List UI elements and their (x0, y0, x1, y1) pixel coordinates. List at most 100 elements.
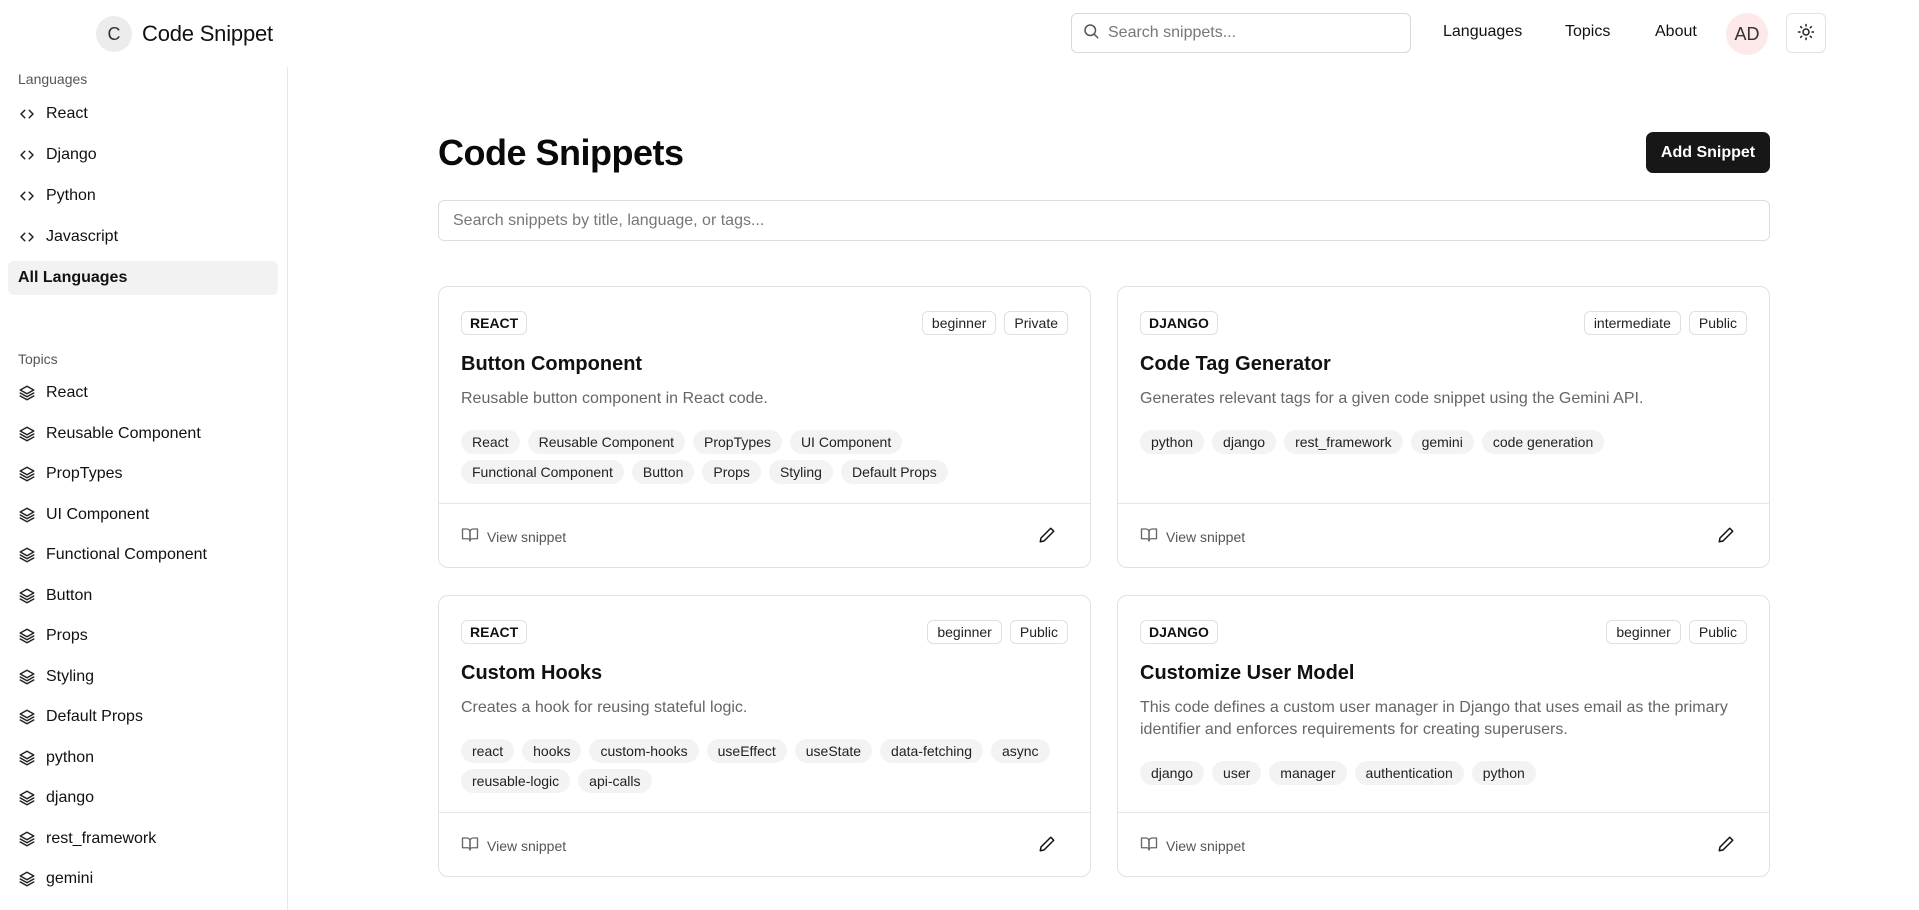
language-badge: DJANGO (1140, 311, 1218, 335)
layers-icon (18, 425, 36, 443)
nav-languages[interactable]: Languages (1443, 23, 1522, 41)
view-snippet-link[interactable]: View snippet (1140, 526, 1245, 547)
sidebar-language-python[interactable]: Python (8, 179, 278, 213)
layers-icon (18, 465, 36, 483)
tag-chip[interactable]: gemini (1410, 430, 1474, 454)
tag-chip[interactable]: api-calls (578, 769, 652, 793)
snippet-card[interactable]: REACT beginner Public Custom Hooks Creates a… (438, 595, 1091, 877)
tag-chip[interactable]: python (1471, 761, 1536, 785)
sidebar-topic-item[interactable]: PropTypes (8, 457, 278, 491)
edit-snippet-button[interactable] (1715, 835, 1737, 857)
card-title[interactable]: Custom Hooks (461, 662, 602, 685)
pencil-icon (1717, 835, 1735, 858)
sidebar-topic-item[interactable]: rest_framework (8, 822, 278, 856)
code-icon (18, 228, 36, 246)
visibility-badge: Public (1688, 311, 1747, 335)
tag-chip[interactable]: python (1140, 430, 1205, 454)
layers-icon (18, 749, 36, 767)
view-snippet-label: View snippet (1166, 837, 1246, 854)
sidebar-topic-item[interactable]: django (8, 781, 278, 815)
view-snippet-link[interactable]: View snippet (461, 526, 566, 547)
tag-chip[interactable]: UI Component (789, 430, 903, 454)
nav-topics[interactable]: Topics (1565, 23, 1610, 41)
tag-chip[interactable]: async (990, 739, 1050, 763)
tag-chip[interactable]: Props (702, 460, 761, 484)
user-avatar[interactable]: AD (1726, 13, 1768, 55)
sidebar-topic-item[interactable]: gemini (8, 862, 278, 896)
edit-snippet-button[interactable] (1715, 526, 1737, 548)
sidebar-topic-item[interactable]: Default Props (8, 700, 278, 734)
tag-chip[interactable]: Functional Component (461, 460, 624, 484)
sidebar-item-label: Javascript (46, 228, 119, 245)
level-badge: beginner (921, 311, 997, 335)
sidebar-item-label: Python (46, 187, 96, 204)
sidebar-all-languages[interactable]: All Languages (8, 261, 278, 295)
sidebar-topic-item[interactable]: Reusable Component (8, 417, 278, 451)
tag-chip[interactable]: useEffect (706, 739, 787, 763)
tag-chip[interactable]: custom-hooks (589, 739, 699, 763)
snippet-search-input[interactable] (438, 200, 1770, 241)
sidebar-topic-item[interactable]: python (8, 741, 278, 775)
tag-chip[interactable]: authentication (1354, 761, 1464, 785)
view-snippet-link[interactable]: View snippet (461, 835, 566, 856)
tag-chip[interactable]: data-fetching (880, 739, 983, 763)
layers-icon (18, 789, 36, 807)
sidebar-item-label: React (46, 384, 88, 401)
tag-chip[interactable]: user (1212, 761, 1262, 785)
sidebar-language-django[interactable]: Django (8, 138, 278, 172)
tag-list: python django rest_framework gemini code gen… (1140, 430, 1750, 454)
add-snippet-button[interactable]: Add Snippet (1646, 132, 1770, 173)
level-badge: beginner (927, 620, 1002, 644)
header-search[interactable] (1071, 13, 1411, 53)
tag-chip[interactable]: Default Props (840, 460, 948, 484)
layers-icon (18, 708, 36, 726)
card-title[interactable]: Button Component (461, 353, 642, 376)
sidebar-topic-item[interactable]: Functional Component (8, 538, 278, 572)
sidebar-item-label: Default Props (46, 708, 143, 725)
tag-chip[interactable]: reusable-logic (461, 769, 571, 793)
layers-icon (18, 506, 36, 524)
sidebar-topic-item[interactable]: Styling (8, 660, 278, 694)
sidebar-topic-item[interactable]: React (8, 376, 278, 410)
edit-snippet-button[interactable] (1036, 835, 1058, 857)
brand[interactable]: C Code Snippet (96, 16, 273, 52)
sidebar-item-label: All Languages (18, 269, 128, 286)
tag-chip[interactable]: Styling (768, 460, 833, 484)
sidebar-item-label: Reusable Component (46, 424, 201, 442)
tag-chip[interactable]: django (1140, 761, 1205, 785)
card-title[interactable]: Code Tag Generator (1140, 353, 1331, 376)
tag-chip[interactable]: manager (1269, 761, 1347, 785)
tag-chip[interactable]: react (461, 739, 515, 763)
view-snippet-link[interactable]: View snippet (1140, 835, 1245, 856)
snippet-card[interactable]: DJANGO beginner Public Customize User Model… (1117, 595, 1770, 877)
card-title[interactable]: Customize User Model (1140, 662, 1354, 685)
card-badges: beginner Public (1606, 620, 1747, 644)
sidebar-language-javascript[interactable]: Javascript (8, 220, 278, 254)
tag-chip[interactable]: code generation (1481, 430, 1605, 454)
tag-chip[interactable]: React (461, 430, 520, 454)
layers-icon (18, 587, 36, 605)
sidebar-heading-topics: Topics (18, 351, 58, 367)
snippet-card[interactable]: REACT beginner Private Button Component Reus… (438, 286, 1091, 568)
sidebar-topic-item[interactable]: Props (8, 619, 278, 653)
theme-toggle-button[interactable] (1786, 13, 1826, 53)
visibility-badge: Private (1004, 311, 1068, 335)
tag-chip[interactable]: django (1212, 430, 1277, 454)
sidebar-language-react[interactable]: React (8, 97, 278, 131)
sidebar-topic-item[interactable]: Button (8, 579, 278, 613)
snippet-card[interactable]: DJANGO intermediate Public Code Tag Generat… (1117, 286, 1770, 568)
sidebar-item-label: Props (46, 627, 88, 644)
nav-about[interactable]: About (1655, 23, 1697, 41)
tag-chip[interactable]: Reusable Component (527, 430, 685, 454)
tag-chip[interactable]: Button (631, 460, 695, 484)
tag-chip[interactable]: useState (794, 739, 873, 763)
header-search-input[interactable] (1108, 24, 1388, 42)
language-badge: DJANGO (1140, 620, 1218, 644)
tag-chip[interactable]: hooks (522, 739, 582, 763)
tag-chip[interactable]: rest_framework (1284, 430, 1403, 454)
edit-snippet-button[interactable] (1036, 526, 1058, 548)
tag-chip[interactable]: PropTypes (693, 430, 782, 454)
view-snippet-label: View snippet (487, 837, 567, 854)
layers-icon (18, 546, 36, 564)
sidebar-topic-item[interactable]: UI Component (8, 498, 278, 532)
